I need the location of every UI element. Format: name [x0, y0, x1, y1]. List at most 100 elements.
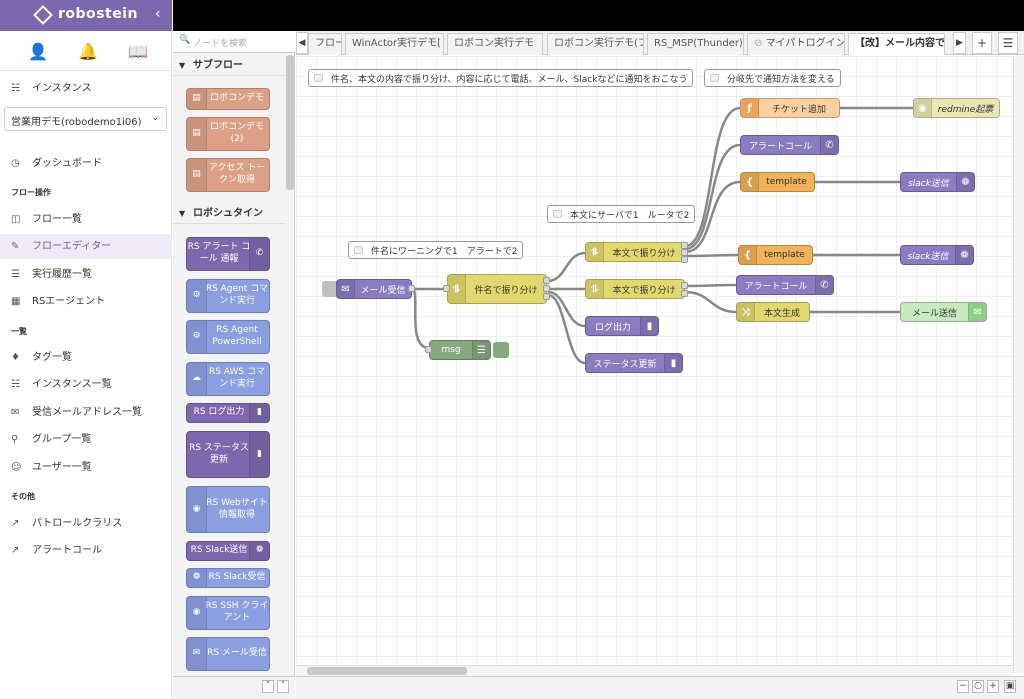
palette-node[interactable]: RS アラート コール 通報 ✆ — [186, 237, 270, 271]
bell-icon[interactable]: 🔔 — [78, 42, 98, 61]
left-sidebar: robostein ‹ 👤 🔔 📖 ☵ インスタンス 営業用デモ(robodemo… — [0, 0, 172, 699]
sidebar-item-mail-addresses[interactable]: ✉ 受信メールアドレス一覧 — [0, 400, 172, 425]
sidebar-item-patrol[interactable]: ↗ パトロールクラリス — [0, 511, 172, 536]
zoom-in-icon[interactable]: + — [987, 680, 999, 693]
sidebar-item-exec-history[interactable]: ☰ 実行履歴一覧 — [0, 262, 172, 287]
node-switch-body-1[interactable]: ⥮ 本文で振り分け — [585, 242, 685, 262]
sidebar-item-rs-agent[interactable]: ▦ RSエージェント — [0, 289, 172, 314]
tab[interactable]: ロボコン実行デモ — [447, 33, 543, 55]
palette-node[interactable]: RS ログ出力 ▮ — [186, 403, 270, 423]
palette-search-input[interactable]: 🔍 ノードを検索 — [173, 31, 295, 53]
section-flow: フロー操作 — [11, 188, 51, 197]
palette-category-robostein[interactable]: ▼ ロボシュタイン — [173, 204, 285, 224]
scroll-tabs-left-icon[interactable]: ◀ — [296, 32, 308, 54]
envelope-icon: ✉ — [968, 303, 986, 321]
external-link-icon: ↗ — [11, 518, 20, 529]
navigator-icon[interactable]: ▣ — [1004, 680, 1016, 693]
sidebar-item-users[interactable]: ☺ ユーザー一覧 — [0, 455, 172, 480]
node-slack-1[interactable]: slack送信 ❁ — [900, 172, 975, 192]
sidebar-item-tags[interactable]: ♦ タグ一覧 — [0, 345, 172, 370]
node-ticket-function[interactable]: ƒ チケット追加 — [740, 98, 840, 118]
node-switch-body-2[interactable]: ⥮ 本文で振り分け — [585, 279, 685, 299]
node-redmine[interactable]: ◉ redmine起票 — [913, 98, 1000, 118]
node-mail-send[interactable]: メール送信 ✉ — [900, 302, 987, 322]
add-flow-icon[interactable]: + — [972, 32, 992, 54]
output-port[interactable] — [543, 293, 550, 300]
tab-active[interactable]: 【改】メール内容で — [848, 33, 945, 55]
palette-node[interactable]: ✉ RS メール受信 — [186, 637, 270, 671]
palette-node[interactable]: ▤ アクセス トークン取得 — [186, 158, 270, 192]
palette-node[interactable]: RS Slack送信 ❁ — [186, 541, 270, 561]
sidebar-item-dashboard[interactable]: ◷ ダッシュボード — [0, 151, 172, 176]
node-status[interactable]: ステータス更新 ▮ — [585, 353, 683, 373]
scrollbar-thumb[interactable] — [307, 667, 467, 675]
node-log[interactable]: ログ出力 ▮ — [585, 316, 659, 336]
palette-scrollbar[interactable] — [286, 55, 294, 190]
flow-comment[interactable]: 件名にワーニングで1 アラートで2 — [348, 241, 523, 259]
node-template-1[interactable]: {template — [740, 172, 815, 192]
node-body-generate[interactable]: ⤨ 本文生成 — [736, 302, 810, 322]
collapse-all-button[interactable]: ˄ — [262, 680, 274, 693]
output-port[interactable] — [681, 282, 688, 289]
palette-category-subflow[interactable]: ▼ サブフロー — [173, 56, 285, 76]
palette-node[interactable]: ⚙ RS Agent PowerShell — [186, 320, 270, 354]
pencil-icon: ✎ — [11, 241, 20, 252]
section-other: その他 — [11, 492, 35, 501]
tab[interactable]: フロー — [308, 33, 342, 55]
debug-toggle-button[interactable] — [493, 342, 509, 358]
palette-node[interactable]: ▤ ロボコンデモ — [186, 88, 270, 110]
output-port[interactable] — [681, 290, 688, 297]
sidebar-item-instances[interactable]: ☵ インスタンス一覧 — [0, 372, 172, 397]
canvas-vertical-scrollbar[interactable] — [1013, 56, 1024, 673]
output-port[interactable] — [681, 249, 688, 256]
database-icon: ▮ — [664, 354, 682, 372]
flow-list-menu-icon[interactable]: ☰ — [998, 32, 1018, 54]
palette-node[interactable]: ◉ RS SSH クライアント — [186, 596, 270, 630]
flow-comment[interactable]: 件名、本文の内容で振り分け、内容に応じて電話、メール、Slackなどに通知をおこ… — [308, 69, 693, 87]
output-port[interactable] — [408, 285, 415, 292]
subflow-icon: ▤ — [187, 89, 207, 109]
tab[interactable]: ⊘ マイパトログイン — [747, 33, 845, 55]
flow-comment[interactable]: 分岐先で通知方法を変える — [704, 69, 841, 87]
node-slack-2[interactable]: slack送信 ❁ — [900, 245, 974, 265]
sidebar-item-alert-call[interactable]: ↗ アラートコール — [0, 538, 172, 563]
node-alert-call-2[interactable]: アラートコール ✆ — [736, 275, 834, 295]
sidebar-item-flow-editor[interactable]: ✎ フローエディター — [0, 234, 172, 259]
wire — [684, 253, 739, 258]
zoom-reset-icon[interactable]: ○ — [972, 680, 984, 693]
output-port[interactable] — [543, 285, 550, 292]
node-template-2[interactable]: {template — [738, 245, 813, 265]
scroll-tabs-right-icon[interactable]: ▶ — [953, 32, 966, 54]
sidebar-item-flow-list[interactable]: ◫ フロー一覧 — [0, 207, 172, 232]
flow-comment[interactable]: 本文にサーバで1 ルータで2 — [547, 205, 695, 223]
book-icon[interactable]: 📖 — [128, 42, 148, 61]
palette-node[interactable]: ◉ RS Webサイト 情報取得 — [186, 486, 270, 533]
palette-node[interactable]: ⚙ RS Agent コマンド実行 — [186, 279, 270, 313]
user-icon[interactable]: 👤 — [28, 42, 48, 61]
node-mail-in[interactable]: ✉ メール受信 — [336, 279, 412, 299]
collapse-sidebar-icon[interactable]: ‹ — [155, 6, 161, 22]
comment-icon — [314, 74, 323, 82]
instance-select[interactable]: 営業用デモ(robodemo1i06) ⌄ — [4, 107, 167, 131]
sidebar-item-groups[interactable]: ⚲ グループ一覧 — [0, 427, 172, 452]
palette-node[interactable]: ❁ RS Slack受信 — [186, 568, 270, 588]
expand-all-button[interactable]: ˅ — [277, 680, 289, 693]
input-port[interactable] — [443, 285, 450, 292]
node-switch-subject[interactable]: ⥮ 件名で振り分け — [447, 274, 547, 304]
tab[interactable]: WinActor実行デモ[ — [345, 33, 444, 55]
instances-header: ☵ インスタンス — [0, 76, 172, 101]
node-msg-debug[interactable]: msg ☰ — [429, 340, 491, 360]
node-alert-call-1[interactable]: アラートコール ✆ — [740, 135, 839, 155]
palette-node[interactable]: RS ステータス 更新 ▮ — [186, 431, 270, 478]
output-port[interactable] — [543, 277, 550, 284]
input-port[interactable] — [425, 346, 432, 353]
tab[interactable]: RS_MSP(Thunder) — [647, 33, 744, 55]
wire — [684, 283, 737, 288]
globe-icon: ◉ — [187, 597, 207, 629]
zoom-out-icon[interactable]: − — [957, 680, 969, 693]
output-port[interactable] — [681, 242, 688, 249]
tab[interactable]: ロボコン実行デモ(フ — [547, 33, 644, 55]
palette-node[interactable]: ▤ ロボコンデモ (2) — [186, 117, 270, 151]
output-port[interactable] — [681, 256, 688, 263]
palette-node[interactable]: ☁ RS AWS コマンド実行 — [186, 362, 270, 396]
